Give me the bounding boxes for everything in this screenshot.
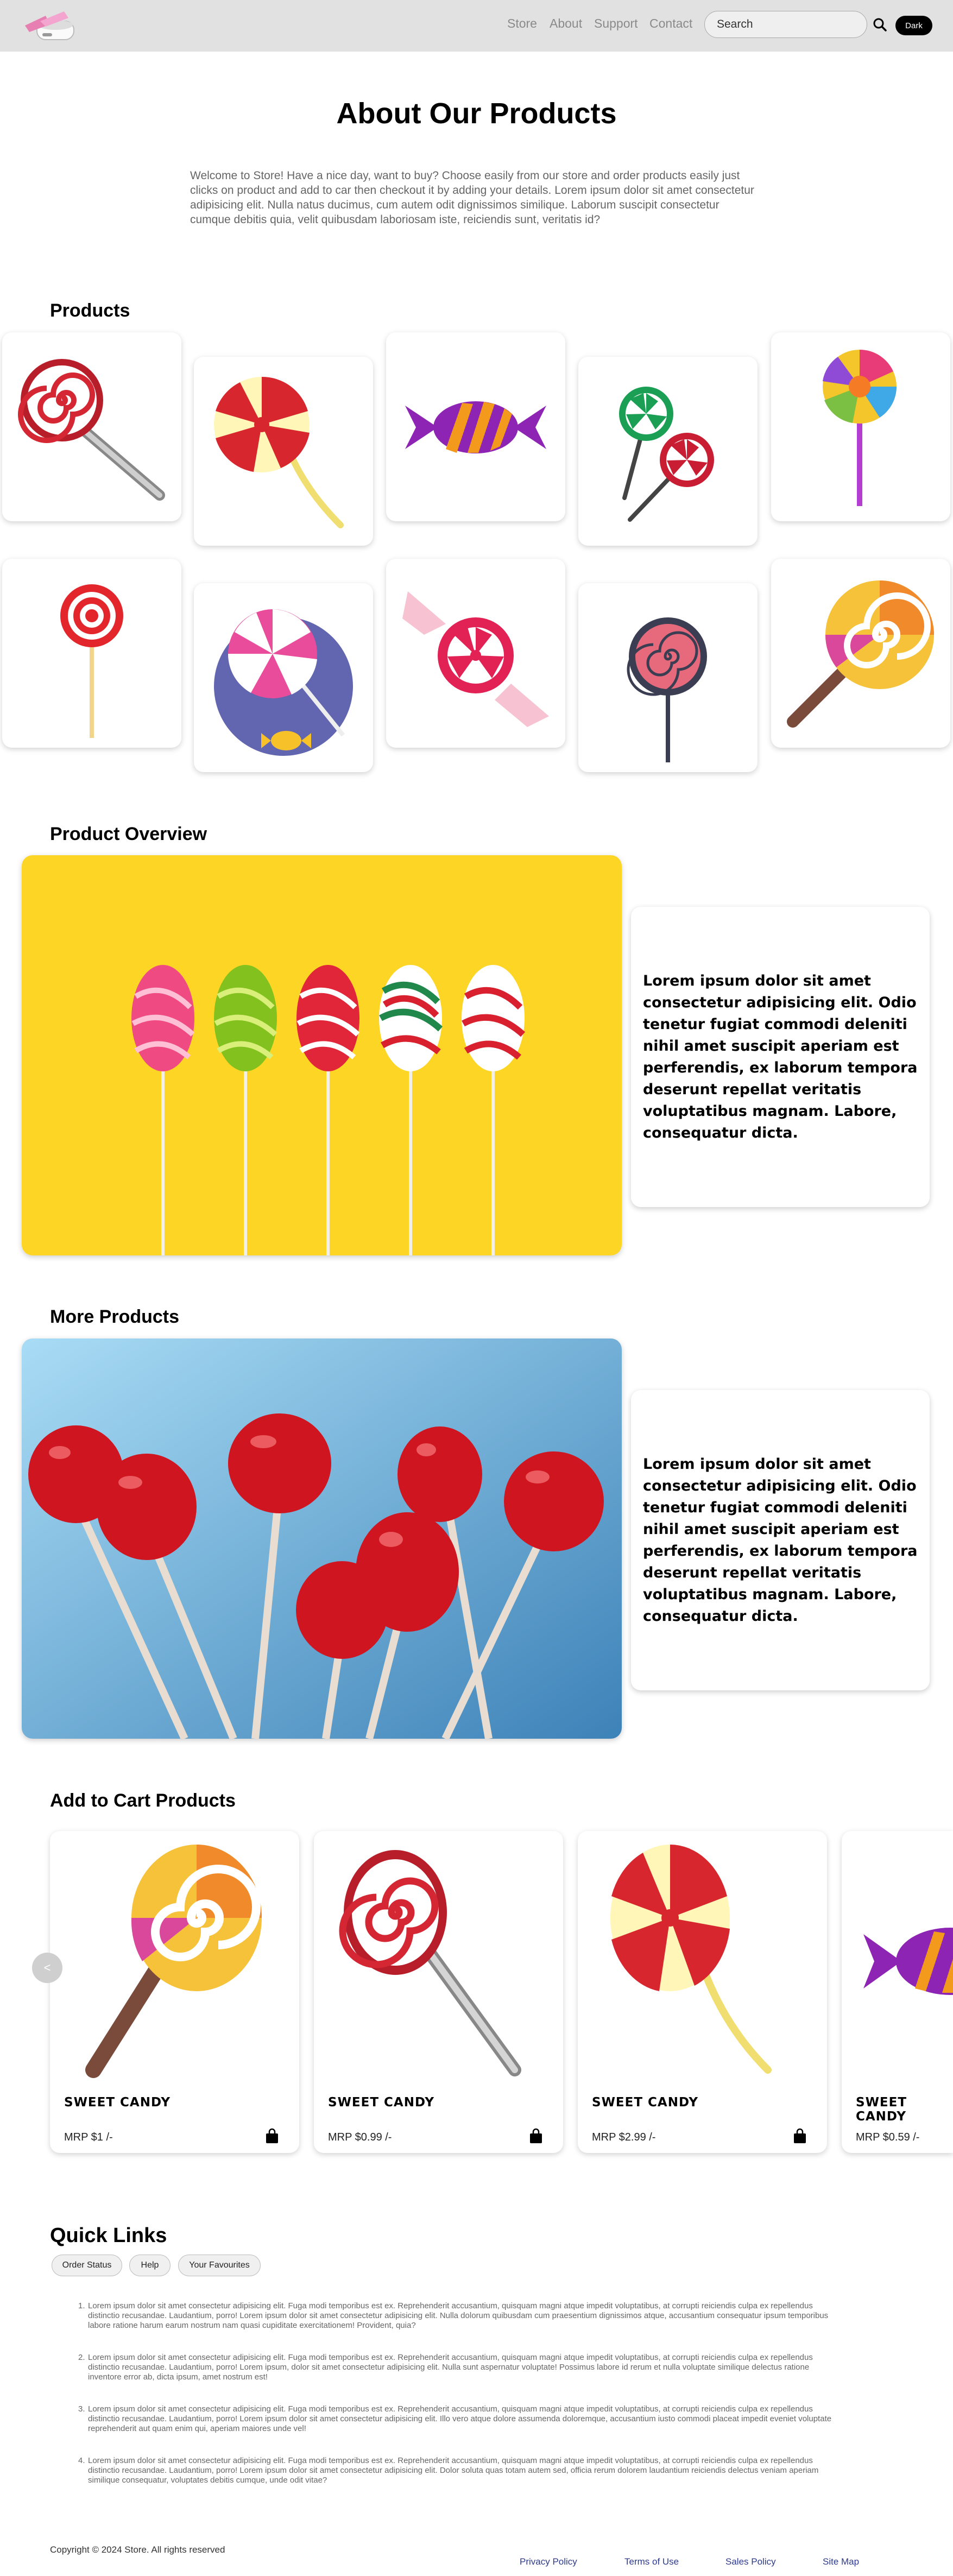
more-products-text-card: Lorem ipsum dolor sit amet consectetur a… — [631, 1390, 930, 1690]
more-products-text: Lorem ipsum dolor sit amet consectetur a… — [643, 1455, 918, 1625]
overview-title: Product Overview — [50, 824, 207, 844]
shopping-bag-icon[interactable] — [264, 2128, 280, 2144]
orange-swirl-lollipop-icon — [787, 580, 934, 728]
green-red-lollipops-icon — [619, 387, 714, 522]
list-item: 4. Lorem ipsum dolor sit amet consectetur… — [78, 2456, 819, 2485]
overview-text-card: Lorem ipsum dolor sit amet consectetur a… — [631, 907, 930, 1207]
help-button[interactable]: Help — [129, 2255, 171, 2276]
page-title: About Our Products — [336, 97, 617, 130]
purple-wrapped-candy-icon — [863, 1928, 953, 1995]
shopping-bag-icon[interactable] — [792, 2128, 807, 2144]
search-input[interactable] — [704, 11, 867, 38]
yellow-red-swirl-lollipop-icon — [214, 376, 344, 528]
cart-card[interactable]: SWEET CANDY MRP $1 /- — [50, 1831, 299, 2153]
dark-mode-button[interactable]: Dark — [895, 16, 932, 35]
cart-title: Add to Cart Products — [50, 1790, 236, 1811]
cart-card[interactable]: SWEET CANDY MRP $2.99 /- — [578, 1831, 827, 2153]
shopping-bag-icon[interactable] — [528, 2128, 544, 2144]
orange-swirl-lollipop-icon — [85, 1845, 262, 2078]
small-red-lollipop-icon — [60, 584, 123, 738]
list-item: 1. Lorem ipsum dolor sit amet consectetur… — [78, 2301, 829, 2330]
cart-card[interactable]: SWEET CANDY MRP $0.59 /- — [842, 1831, 953, 2153]
product-tile[interactable] — [578, 357, 758, 546]
quick-links-title: Quick Links — [50, 2224, 167, 2247]
more-products-title: More Products — [50, 1306, 180, 1327]
lollipops-row-image — [22, 855, 622, 1255]
privacy-policy-link[interactable]: Privacy Policy — [520, 2556, 577, 2567]
cart-item-name: SWEET CANDY — [856, 2095, 907, 2124]
navbar: Store About Support Contact Dark — [0, 0, 953, 52]
more-products-image — [22, 1338, 622, 1739]
yellow-red-swirl-lollipop-icon — [610, 1845, 772, 2074]
favourites-button[interactable]: Your Favourites — [178, 2255, 261, 2276]
cart-item-price: MRP $0.99 /- — [328, 2131, 392, 2143]
copyright-text: Copyright © 2024 Store. All rights reser… — [50, 2545, 225, 2555]
list-item: 2. Lorem ipsum dolor sit amet consectetur… — [78, 2353, 813, 2382]
overview-image — [22, 855, 622, 1255]
cart-card[interactable]: SWEET CANDY MRP $0.99 /- — [314, 1831, 563, 2153]
pink-lollipop-plate-icon — [214, 609, 353, 756]
cart-item-name: SWEET CANDY — [64, 2095, 171, 2110]
products-title: Products — [50, 300, 130, 321]
swirl-lollipop-large-icon — [339, 1850, 521, 2076]
product-tile[interactable] — [386, 332, 565, 521]
rainbow-lollipop-icon — [823, 350, 897, 506]
red-lollipops-image — [22, 1338, 622, 1739]
product-tile[interactable] — [771, 559, 950, 748]
terms-link[interactable]: Terms of Use — [624, 2556, 679, 2567]
product-tile[interactable] — [194, 583, 373, 772]
list-item: 3. Lorem ipsum dolor sit amet consectetur… — [78, 2404, 832, 2433]
order-status-button[interactable]: Order Status — [52, 2255, 122, 2276]
product-tile[interactable] — [2, 559, 181, 748]
cart-item-price: MRP $1 /- — [64, 2131, 113, 2143]
nav-store-link[interactable]: Store — [507, 16, 537, 31]
product-tile[interactable] — [2, 332, 181, 521]
magnifier-icon[interactable] — [870, 15, 890, 35]
cart-item-price: MRP $2.99 /- — [592, 2131, 656, 2143]
dark-spiral-lollipop-icon — [627, 617, 707, 762]
product-tile[interactable] — [386, 559, 565, 748]
product-tile[interactable] — [771, 332, 950, 521]
swirl-lollipop-large-icon — [18, 359, 165, 501]
product-tile[interactable] — [578, 583, 758, 772]
carousel-prev-button[interactable]: < — [32, 1953, 62, 1983]
cart-logo-icon[interactable] — [21, 7, 80, 45]
cart-item-name: SWEET CANDY — [592, 2095, 699, 2110]
pink-wrapped-candy-icon — [402, 591, 549, 727]
about-text: Welcome to Store! Have a nice day, want … — [190, 169, 754, 226]
overview-text: Lorem ipsum dolor sit amet consectetur a… — [643, 972, 918, 1141]
nav-support-link[interactable]: Support — [594, 16, 638, 31]
product-tile[interactable] — [194, 357, 373, 546]
cart-item-price: MRP $0.59 /- — [856, 2131, 920, 2143]
nav-contact-link[interactable]: Contact — [649, 16, 692, 31]
nav-about-link[interactable]: About — [550, 16, 582, 31]
sales-policy-link[interactable]: Sales Policy — [725, 2556, 776, 2567]
site-map-link[interactable]: Site Map — [823, 2556, 859, 2567]
cart-item-name: SWEET CANDY — [328, 2095, 435, 2110]
purple-wrapped-candy-icon — [405, 401, 546, 453]
